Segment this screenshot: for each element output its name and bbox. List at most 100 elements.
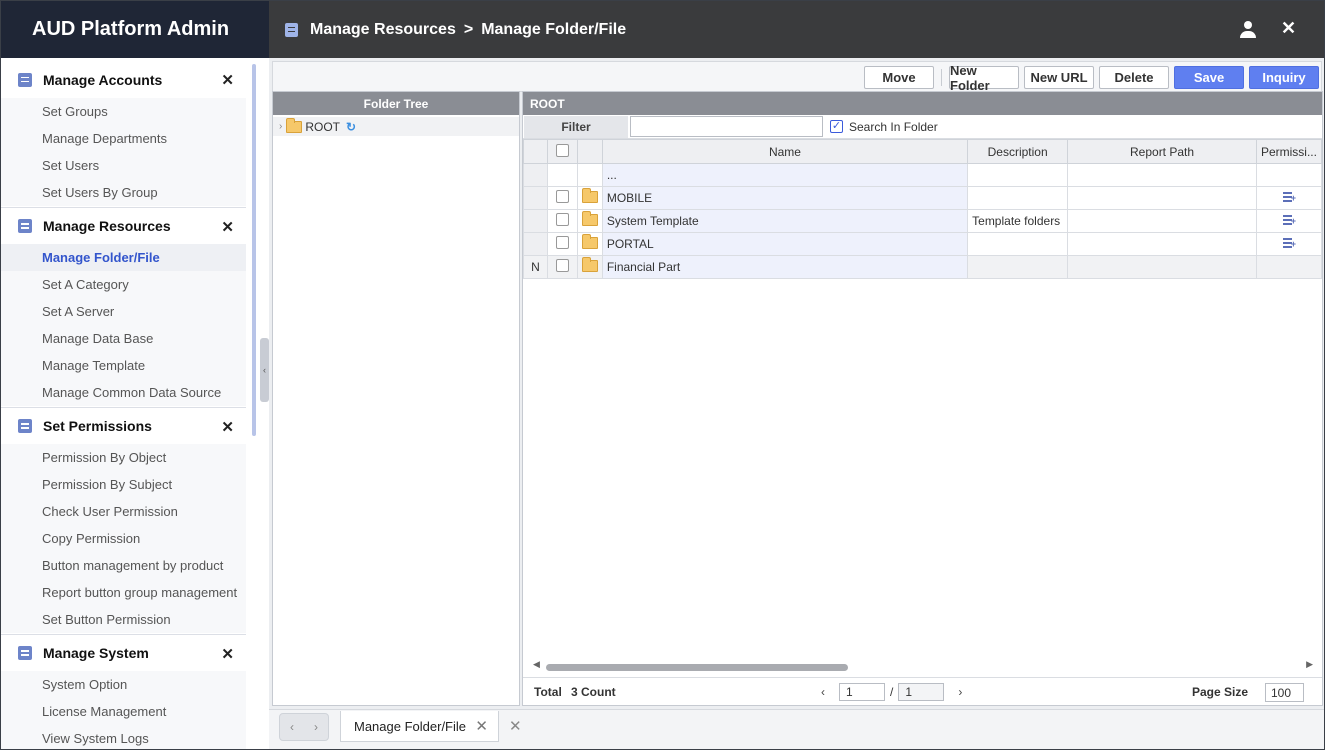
sidebar-section-header[interactable]: Manage System ✕ bbox=[1, 634, 246, 671]
row-checkbox-cell bbox=[546, 163, 578, 187]
table-row[interactable]: MOBILE + bbox=[523, 186, 1323, 210]
table-row[interactable]: N Financial Part bbox=[523, 255, 1323, 279]
sidebar-item[interactable]: Manage Departments bbox=[1, 125, 246, 152]
sidebar-item[interactable]: View System Logs bbox=[1, 725, 246, 749]
grid-title: ROOT bbox=[523, 92, 1322, 115]
grid-footer: Total 3 Count ‹ 1 / 1 › Page Size 100 bbox=[523, 677, 1322, 705]
search-in-folder-checkbox[interactable]: ✓ bbox=[830, 120, 843, 133]
row-marker bbox=[523, 232, 548, 256]
next-page-icon[interactable]: › bbox=[958, 685, 962, 699]
scrollbar-thumb[interactable] bbox=[546, 664, 848, 671]
sidebar-section-header[interactable]: Manage Accounts ✕ bbox=[1, 61, 246, 98]
tab-prev-icon[interactable]: ‹ bbox=[290, 720, 294, 734]
new-folder-button[interactable]: New Folder bbox=[949, 63, 1019, 93]
sidebar-item[interactable]: Report button group management bbox=[1, 579, 246, 606]
tree-node-root[interactable]: › ROOT ↻ bbox=[273, 117, 519, 136]
app-title: AUD Platform Admin bbox=[1, 1, 269, 58]
sidebar-item[interactable]: Manage Folder/File bbox=[1, 244, 246, 271]
sidebar-item[interactable]: Set Groups bbox=[1, 98, 246, 125]
tab-bar: ‹ › Manage Folder/File ✕ ✕ bbox=[269, 709, 1324, 749]
sidebar-section-header[interactable]: Manage Resources ✕ bbox=[1, 207, 246, 244]
sidebar-item[interactable]: Permission By Subject bbox=[1, 471, 246, 498]
sidebar-item[interactable]: Manage Template bbox=[1, 352, 246, 379]
user-icon[interactable] bbox=[1240, 21, 1256, 38]
sidebar-item[interactable]: Set Users By Group bbox=[1, 179, 246, 206]
move-button[interactable]: Move bbox=[864, 66, 934, 89]
row-checkbox[interactable] bbox=[555, 259, 569, 272]
row-report-path bbox=[1067, 255, 1257, 279]
sidebar-item[interactable]: Copy Permission bbox=[1, 525, 246, 552]
close-all-tabs-icon[interactable]: ✕ bbox=[509, 717, 522, 735]
filter-row: Filter ✓ Search In Folder bbox=[523, 115, 1322, 139]
close-icon[interactable]: ✕ bbox=[221, 218, 234, 236]
sidebar-item[interactable]: Button management by product bbox=[1, 552, 246, 579]
horizontal-scrollbar[interactable]: ◀ ▶ bbox=[533, 659, 1313, 672]
tab-label: Manage Folder/File bbox=[354, 718, 466, 734]
chevron-right-icon[interactable]: › bbox=[279, 121, 282, 132]
column-header-name[interactable]: Name bbox=[601, 139, 969, 164]
scroll-left-icon[interactable]: ◀ bbox=[533, 659, 540, 670]
column-header-permission[interactable]: Permissi... bbox=[1255, 139, 1323, 164]
total-pages: 1 bbox=[898, 683, 945, 701]
sidebar-item[interactable]: Set A Category bbox=[1, 271, 246, 298]
document-icon bbox=[18, 72, 32, 87]
sidebar-section: Set Permissions ✕ Permission By Object Perm… bbox=[1, 407, 246, 633]
sidebar-item[interactable]: Manage Common Data Source bbox=[1, 379, 246, 406]
filter-label: Filter bbox=[524, 115, 628, 138]
row-checkbox[interactable] bbox=[555, 213, 569, 226]
row-name[interactable]: Financial Part bbox=[601, 255, 969, 279]
select-all-checkbox[interactable] bbox=[555, 143, 569, 157]
row-description bbox=[967, 186, 1069, 210]
close-icon[interactable]: ✕ bbox=[1281, 18, 1296, 39]
row-description bbox=[967, 255, 1069, 279]
sidebar-item[interactable]: Set Button Permission bbox=[1, 606, 246, 633]
save-button[interactable]: Save bbox=[1174, 66, 1244, 89]
tab-close-icon[interactable]: ✕ bbox=[475, 717, 488, 735]
sidebar-item[interactable]: System Option bbox=[1, 671, 246, 698]
delete-button[interactable]: Delete bbox=[1099, 66, 1169, 89]
sidebar-item[interactable]: Manage Data Base bbox=[1, 325, 246, 352]
row-checkbox[interactable] bbox=[555, 236, 569, 249]
sidebar-collapse-handle[interactable]: ‹ bbox=[260, 338, 269, 402]
sidebar-item[interactable]: License Management bbox=[1, 698, 246, 725]
page-size-input[interactable]: 100 bbox=[1265, 683, 1304, 702]
sidebar-item[interactable]: Check User Permission bbox=[1, 498, 246, 525]
permission-edit-icon[interactable]: + bbox=[1282, 237, 1296, 249]
document-icon bbox=[285, 22, 298, 37]
close-icon[interactable]: ✕ bbox=[221, 71, 234, 89]
tab-manage-folder-file[interactable]: Manage Folder/File ✕ bbox=[340, 711, 499, 742]
sidebar-scrollbar[interactable] bbox=[252, 64, 256, 436]
filter-input[interactable] bbox=[630, 116, 823, 137]
tab-navigation: ‹ › bbox=[279, 713, 329, 741]
column-header-report-path[interactable]: Report Path bbox=[1067, 139, 1257, 164]
refresh-icon[interactable]: ↻ bbox=[346, 120, 356, 134]
row-checkbox[interactable] bbox=[555, 190, 569, 203]
row-marker-header bbox=[523, 139, 548, 164]
search-in-folder-option[interactable]: ✓ Search In Folder bbox=[830, 120, 938, 134]
row-name[interactable]: ... bbox=[601, 163, 969, 187]
sidebar-item[interactable]: Set A Server bbox=[1, 298, 246, 325]
current-page-input[interactable]: 1 bbox=[839, 683, 885, 701]
new-url-button[interactable]: New URL bbox=[1024, 66, 1094, 89]
sidebar-section-header[interactable]: Set Permissions ✕ bbox=[1, 407, 246, 444]
close-icon[interactable]: ✕ bbox=[221, 645, 234, 663]
tab-next-icon[interactable]: › bbox=[314, 720, 318, 734]
permission-edit-icon[interactable]: + bbox=[1282, 214, 1296, 226]
column-header-description[interactable]: Description bbox=[967, 139, 1069, 164]
close-icon[interactable]: ✕ bbox=[221, 418, 234, 436]
row-name[interactable]: PORTAL bbox=[601, 232, 969, 256]
row-checkbox-cell bbox=[546, 186, 578, 210]
scroll-right-icon[interactable]: ▶ bbox=[1306, 659, 1313, 670]
permission-edit-icon[interactable]: + bbox=[1282, 191, 1296, 203]
sidebar-item[interactable]: Permission By Object bbox=[1, 444, 246, 471]
sidebar-item[interactable]: Set Users bbox=[1, 152, 246, 179]
row-report-path bbox=[1067, 163, 1257, 187]
row-name[interactable]: MOBILE bbox=[601, 186, 969, 210]
parent-folder-row[interactable]: ... bbox=[523, 163, 1323, 187]
inquiry-button[interactable]: Inquiry bbox=[1249, 66, 1319, 89]
row-name[interactable]: System Template bbox=[601, 209, 969, 233]
prev-page-icon[interactable]: ‹ bbox=[821, 685, 825, 699]
sidebar-section-title: Manage Resources bbox=[43, 218, 171, 234]
table-row[interactable]: PORTAL + bbox=[523, 232, 1323, 256]
table-row[interactable]: System Template Template folders + bbox=[523, 209, 1323, 233]
